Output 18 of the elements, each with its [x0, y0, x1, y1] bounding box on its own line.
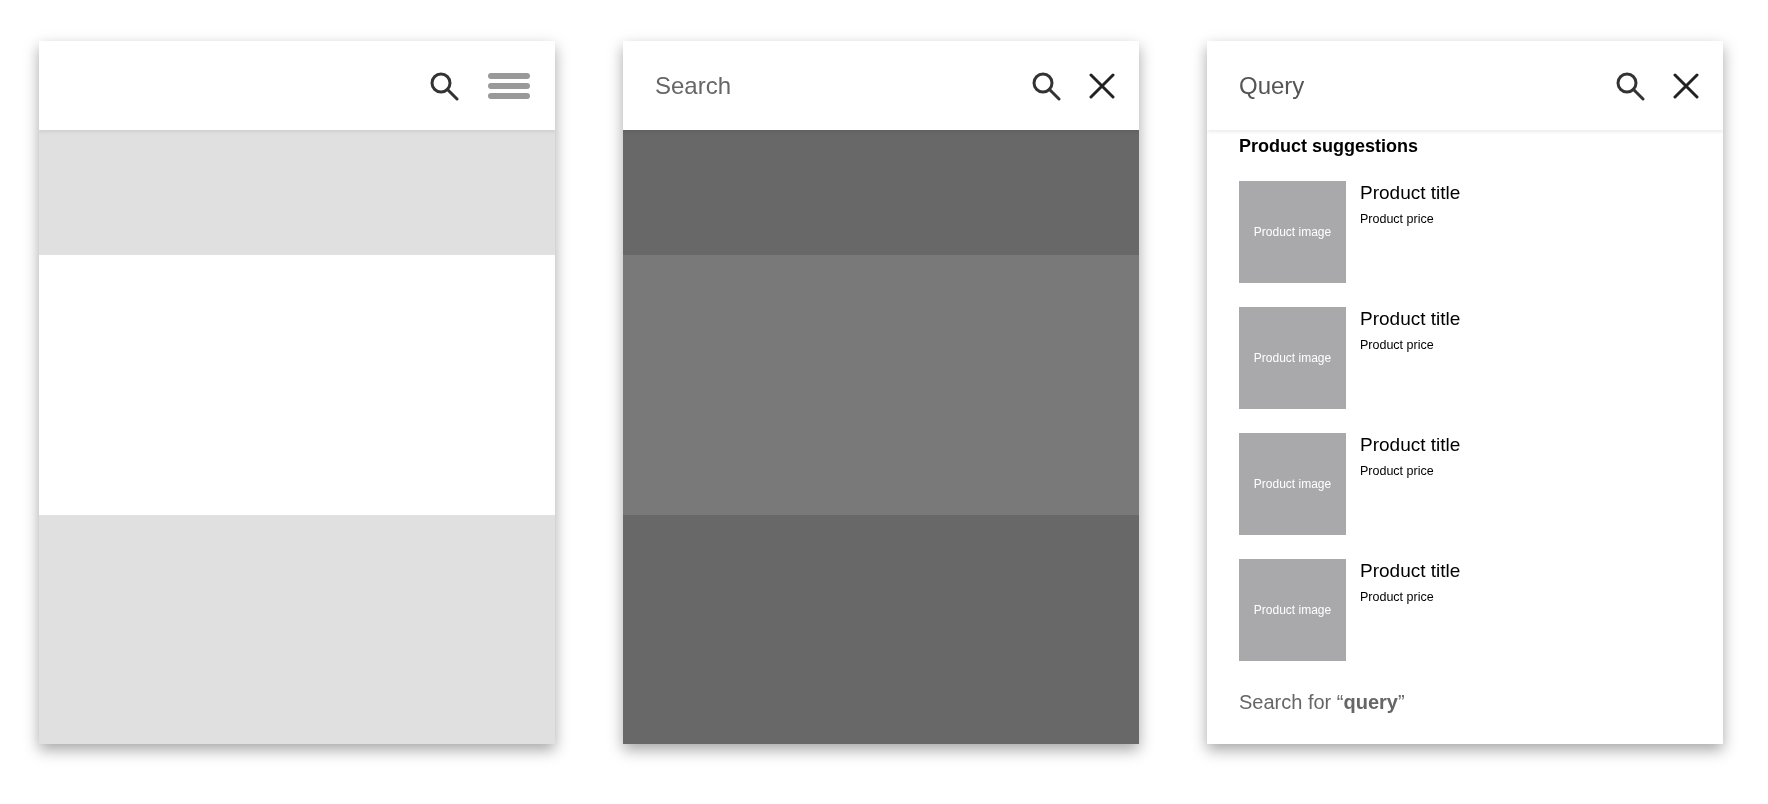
close-icon[interactable] [1673, 72, 1699, 99]
search-for-link[interactable]: Search for “query” [1239, 691, 1691, 714]
suggestions-heading: Product suggestions [1239, 136, 1419, 157]
menu-icon[interactable] [487, 70, 531, 101]
product-price: Product price [1360, 212, 1435, 226]
close-icon[interactable] [1089, 72, 1115, 99]
product-title[interactable]: Product title [1360, 560, 1461, 582]
search-field[interactable]: Query [1239, 71, 1587, 100]
search-field[interactable]: Search [655, 71, 1003, 100]
product-price: Product price [1360, 464, 1435, 478]
search-icon[interactable] [1031, 70, 1061, 101]
product-price: Product price [1360, 338, 1435, 352]
product-price: Product price [1360, 590, 1435, 604]
product-title[interactable]: Product title [1360, 434, 1461, 456]
product-title[interactable]: Product title [1360, 182, 1461, 204]
product-title[interactable]: Product title [1360, 308, 1461, 330]
search-icon[interactable] [429, 70, 459, 101]
search-icon[interactable] [1615, 70, 1645, 101]
